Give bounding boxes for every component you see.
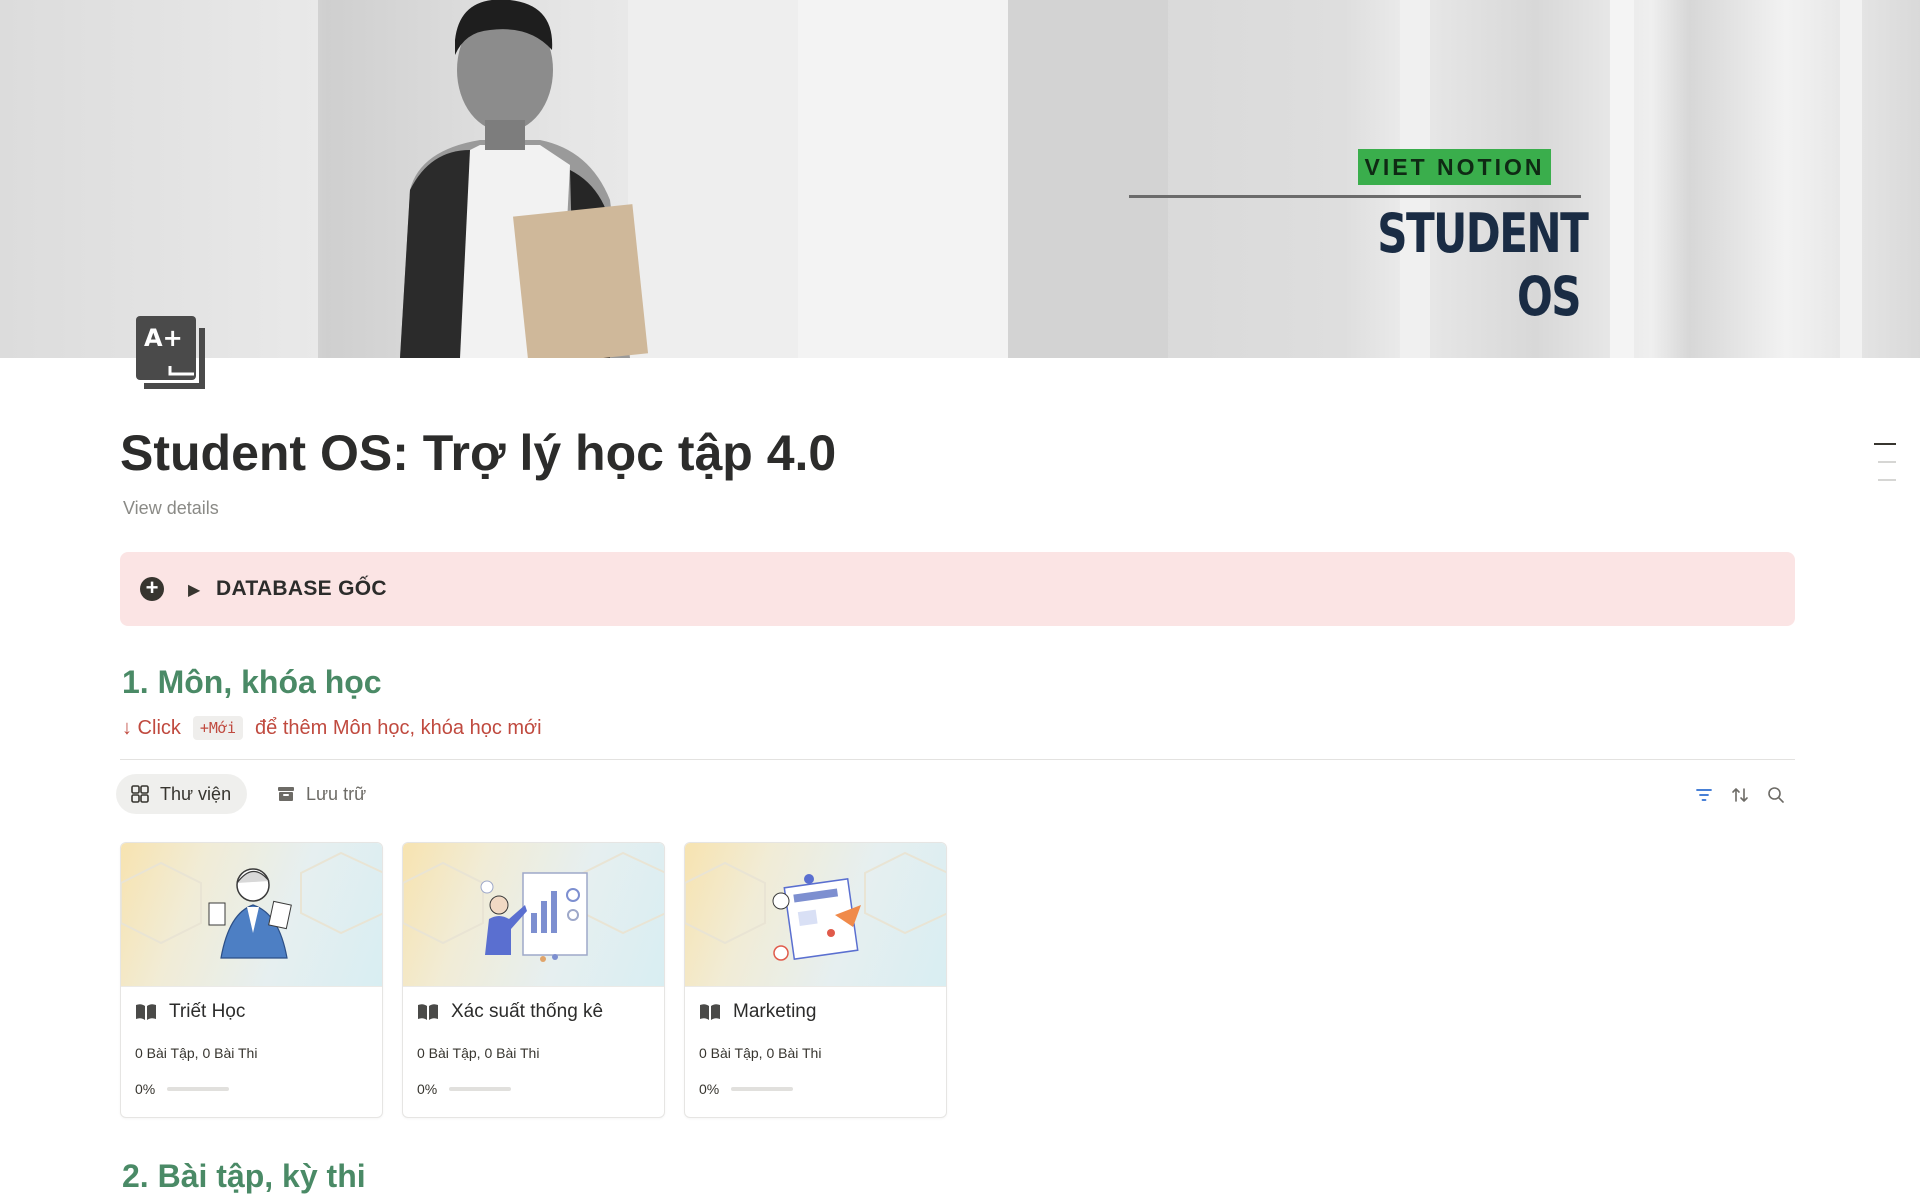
card-cover [121, 843, 382, 987]
marketing-illustration [685, 851, 946, 961]
grade-a-plus-icon[interactable]: A+ [136, 316, 208, 394]
course-card[interactable]: Xác suất thống kê 0 Bài Tập, 0 Bài Thi 0… [402, 842, 665, 1118]
cover-image: VIET NOTION STUDENT OS [0, 0, 1920, 358]
philosopher-illustration [121, 851, 382, 959]
statistics-illustration [403, 851, 664, 962]
add-course-hint: ↓ Click +Mới để thêm Môn học, khóa học m… [122, 716, 542, 740]
card-cover [685, 843, 946, 987]
progress-label: 0% [417, 1081, 438, 1097]
progress: 0% [135, 1081, 230, 1097]
cover-divider [1129, 195, 1581, 198]
card-title-text: Marketing [733, 1001, 817, 1022]
card-title-text: Xác suất thống kê [451, 1001, 604, 1022]
page-title[interactable]: Student OS: Trợ lý học tập 4.0 [120, 424, 836, 482]
student-photo [400, 0, 649, 358]
card-title[interactable]: Marketing [699, 1001, 816, 1023]
toggle-triangle-icon[interactable]: ▶ [188, 580, 200, 600]
hint-prefix: ↓ Click [122, 716, 181, 739]
book-icon [136, 1004, 156, 1020]
filter-icon[interactable] [1694, 785, 1714, 805]
progress-label: 0% [135, 1081, 156, 1097]
gallery-grid-icon [131, 785, 149, 803]
card-cover [403, 843, 664, 987]
svg-text:A+: A+ [144, 324, 183, 352]
section-heading-assignments: 2. Bài tập, kỳ thi [122, 1158, 366, 1194]
database-callout: + ▶ DATABASE GỐC [120, 552, 1795, 626]
new-button-code: +Mới [192, 716, 244, 740]
database-toggle-label[interactable]: DATABASE GỐC [216, 577, 387, 601]
hint-suffix: để thêm Môn học, khóa học mới [255, 716, 542, 739]
progress: 0% [417, 1081, 512, 1097]
viet-notion-tag: VIET NOTION [1358, 149, 1551, 185]
view-divider [120, 759, 1795, 760]
progress-bar [167, 1087, 230, 1091]
course-card[interactable]: Triết Học 0 Bài Tập, 0 Bài Thi 0% [120, 842, 383, 1118]
search-icon[interactable] [1766, 785, 1786, 805]
progress: 0% [699, 1081, 794, 1097]
outline-marker[interactable] [1878, 479, 1896, 481]
card-meta: 0 Bài Tập, 0 Bài Thi [135, 1045, 258, 1061]
plus-circle-icon: + [140, 577, 164, 601]
section-heading-courses: 1. Môn, khóa học [122, 664, 382, 700]
course-card[interactable]: Marketing 0 Bài Tập, 0 Bài Thi 0% [684, 842, 947, 1118]
progress-bar [449, 1087, 512, 1091]
progress-bar [731, 1087, 794, 1091]
card-meta: 0 Bài Tập, 0 Bài Thi [417, 1045, 540, 1061]
card-title-text: Triết Học [169, 1001, 246, 1022]
outline-marker[interactable] [1878, 461, 1896, 463]
book-icon [418, 1004, 438, 1020]
card-meta: 0 Bài Tập, 0 Bài Thi [699, 1045, 822, 1061]
card-title[interactable]: Xác suất thống kê [417, 1001, 603, 1023]
tab-gallery-label: Thư viện [160, 783, 232, 804]
book-icon [700, 1004, 720, 1020]
progress-label: 0% [699, 1081, 720, 1097]
sort-icon[interactable] [1730, 785, 1750, 805]
archive-icon [278, 787, 294, 801]
outline-marker[interactable] [1874, 443, 1896, 445]
student-os-brand: STUDENT OS [1377, 202, 1589, 328]
view-details-link[interactable]: View details [123, 498, 219, 519]
card-title[interactable]: Triết Học [135, 1001, 245, 1023]
tab-archive[interactable]: Lưu trữ [262, 774, 382, 814]
tab-gallery[interactable]: Thư viện [116, 774, 248, 814]
tab-archive-label: Lưu trữ [306, 783, 367, 804]
